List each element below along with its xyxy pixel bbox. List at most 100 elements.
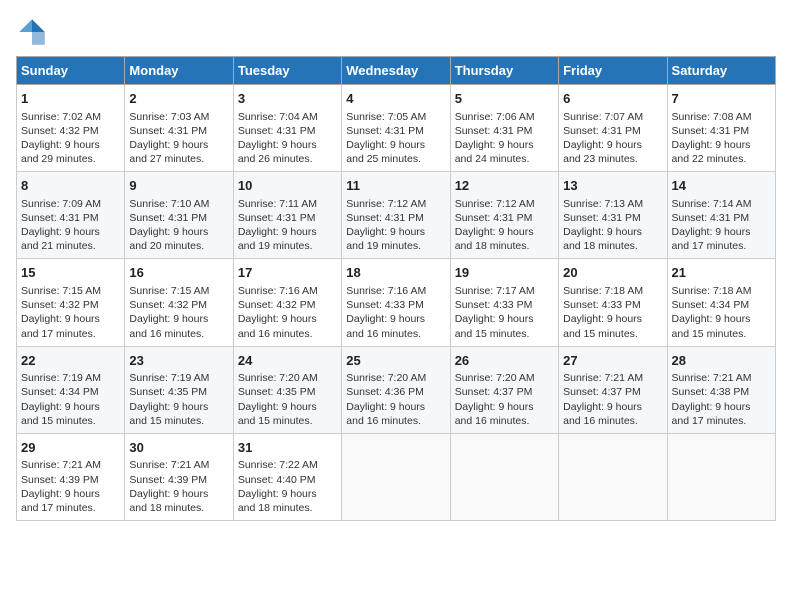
- calendar-cell: 25Sunrise: 7:20 AMSunset: 4:36 PMDayligh…: [342, 346, 450, 433]
- daylight-label: Daylight: 9 hours: [563, 401, 642, 413]
- calendar-cell: 30Sunrise: 7:21 AMSunset: 4:39 PMDayligh…: [125, 433, 233, 520]
- daylight-minutes: and 18 minutes.: [238, 502, 313, 514]
- daylight-label: Daylight: 9 hours: [672, 401, 751, 413]
- daylight-minutes: and 15 minutes.: [672, 328, 747, 340]
- daylight-label: Daylight: 9 hours: [238, 488, 317, 500]
- sunrise-label: Sunrise: 7:13 AM: [563, 198, 643, 210]
- sunset-label: Sunset: 4:34 PM: [672, 299, 750, 311]
- daylight-minutes: and 20 minutes.: [129, 240, 204, 252]
- sunset-label: Sunset: 4:31 PM: [21, 212, 99, 224]
- calendar-cell: 4 Sunrise: 7:05 AM Sunset: 4:31 PM Daylight…: [342, 85, 450, 172]
- sunset-label: Sunset: 4:31 PM: [346, 212, 424, 224]
- daylight-label: Daylight: 9 hours: [346, 139, 425, 151]
- day-number: 8: [21, 177, 120, 195]
- day-number: 12: [455, 177, 554, 195]
- daylight-label: Daylight: 9 hours: [672, 139, 751, 151]
- sunrise-label: Sunrise: 7:20 AM: [346, 372, 426, 384]
- daylight-minutes: and 17 minutes.: [21, 328, 96, 340]
- sunset-label: Sunset: 4:32 PM: [129, 299, 207, 311]
- daylight-minutes: and 16 minutes.: [346, 415, 421, 427]
- calendar-cell: 31Sunrise: 7:22 AMSunset: 4:40 PMDayligh…: [233, 433, 341, 520]
- daylight-minutes: and 27 minutes.: [129, 153, 204, 165]
- calendar-cell: 3Sunrise: 7:04 AMSunset: 4:31 PMDaylight…: [233, 85, 341, 172]
- sunrise-label: Sunrise: 7:06 AM: [455, 111, 535, 123]
- daylight-minutes: and 17 minutes.: [21, 502, 96, 514]
- sunrise-label: Sunrise: 7:15 AM: [21, 285, 101, 297]
- daylight-minutes: and 29 minutes.: [21, 153, 96, 165]
- calendar-cell: 21Sunrise: 7:18 AMSunset: 4:34 PMDayligh…: [667, 259, 775, 346]
- sunset-label: Sunset: 4:31 PM: [238, 125, 316, 137]
- sunset-label: Sunset: 4:32 PM: [21, 299, 99, 311]
- daylight-minutes: and 19 minutes.: [346, 240, 421, 252]
- sunset-label: Sunset: 4:35 PM: [129, 386, 207, 398]
- day-number: 31: [238, 439, 337, 457]
- day-number: 16: [129, 264, 228, 282]
- calendar-cell: 1Sunrise: 7:02 AMSunset: 4:32 PMDaylight…: [17, 85, 125, 172]
- daylight-label: Daylight: 9 hours: [238, 313, 317, 325]
- daylight-label: Daylight: 9 hours: [21, 226, 100, 238]
- daylight-minutes: and 15 minutes.: [238, 415, 313, 427]
- calendar-table: SundayMondayTuesdayWednesdayThursdayFrid…: [16, 56, 776, 521]
- sunrise-label: Sunrise: 7:08 AM: [672, 111, 752, 123]
- sunset-label: Sunset: 4:32 PM: [21, 125, 99, 137]
- calendar-cell: 8Sunrise: 7:09 AMSunset: 4:31 PMDaylight…: [17, 172, 125, 259]
- daylight-label: Daylight: 9 hours: [21, 313, 100, 325]
- sunset-label: Sunset: 4:31 PM: [455, 125, 533, 137]
- daylight-label: Daylight: 9 hours: [238, 139, 317, 151]
- calendar-cell: 27Sunrise: 7:21 AMSunset: 4:37 PMDayligh…: [559, 346, 667, 433]
- calendar-week-row: 1Sunrise: 7:02 AMSunset: 4:32 PMDaylight…: [17, 85, 776, 172]
- calendar-cell: [450, 433, 558, 520]
- day-number: 23: [129, 352, 228, 370]
- day-number: 20: [563, 264, 662, 282]
- sunset-label: Sunset: 4:31 PM: [563, 212, 641, 224]
- daylight-label: Daylight: 9 hours: [563, 226, 642, 238]
- day-number: 27: [563, 352, 662, 370]
- daylight-label: Daylight: 9 hours: [129, 139, 208, 151]
- day-number: 25: [346, 352, 445, 370]
- daylight-minutes: and 25 minutes.: [346, 153, 421, 165]
- sunset-label: Sunset: 4:39 PM: [21, 474, 99, 486]
- day-number: 4: [346, 90, 445, 108]
- sunrise-label: Sunrise: 7:15 AM: [129, 285, 209, 297]
- day-number: 22: [21, 352, 120, 370]
- sunrise-label: Sunrise: 7:21 AM: [672, 372, 752, 384]
- calendar-cell: 19Sunrise: 7:17 AMSunset: 4:33 PMDayligh…: [450, 259, 558, 346]
- day-number: 18: [346, 264, 445, 282]
- sunrise-label: Sunrise: 7:05 AM: [346, 111, 426, 123]
- sunrise-label: Sunrise: 7:04 AM: [238, 111, 318, 123]
- daylight-minutes: and 16 minutes.: [455, 415, 530, 427]
- sunset-label: Sunset: 4:40 PM: [238, 474, 316, 486]
- calendar-cell: 29Sunrise: 7:21 AMSunset: 4:39 PMDayligh…: [17, 433, 125, 520]
- daylight-label: Daylight: 9 hours: [21, 139, 100, 151]
- calendar-week-row: 29Sunrise: 7:21 AMSunset: 4:39 PMDayligh…: [17, 433, 776, 520]
- daylight-minutes: and 15 minutes.: [455, 328, 530, 340]
- daylight-minutes: and 18 minutes.: [455, 240, 530, 252]
- daylight-label: Daylight: 9 hours: [129, 488, 208, 500]
- day-number: 17: [238, 264, 337, 282]
- sunset-label: Sunset: 4:31 PM: [455, 212, 533, 224]
- calendar-cell: 12Sunrise: 7:12 AMSunset: 4:31 PMDayligh…: [450, 172, 558, 259]
- daylight-minutes: and 16 minutes.: [238, 328, 313, 340]
- calendar-cell: 23Sunrise: 7:19 AMSunset: 4:35 PMDayligh…: [125, 346, 233, 433]
- calendar-cell: 20Sunrise: 7:18 AMSunset: 4:33 PMDayligh…: [559, 259, 667, 346]
- daylight-label: Daylight: 9 hours: [129, 401, 208, 413]
- day-number: 21: [672, 264, 771, 282]
- day-number: 11: [346, 177, 445, 195]
- day-number: 7: [672, 90, 771, 108]
- day-number: 24: [238, 352, 337, 370]
- daylight-label: Daylight: 9 hours: [455, 139, 534, 151]
- daylight-minutes: and 17 minutes.: [672, 415, 747, 427]
- day-number: 5: [455, 90, 554, 108]
- sunset-label: Sunset: 4:31 PM: [346, 125, 424, 137]
- sunrise-label: Sunrise: 7:02 AM: [21, 111, 101, 123]
- calendar-cell: 22Sunrise: 7:19 AMSunset: 4:34 PMDayligh…: [17, 346, 125, 433]
- sunrise-label: Sunrise: 7:14 AM: [672, 198, 752, 210]
- day-header-thursday: Thursday: [450, 57, 558, 85]
- calendar-cell: 6Sunrise: 7:07 AMSunset: 4:31 PMDaylight…: [559, 85, 667, 172]
- daylight-minutes: and 21 minutes.: [21, 240, 96, 252]
- daylight-minutes: and 15 minutes.: [129, 415, 204, 427]
- daylight-minutes: and 16 minutes.: [129, 328, 204, 340]
- sunset-label: Sunset: 4:36 PM: [346, 386, 424, 398]
- daylight-minutes: and 15 minutes.: [21, 415, 96, 427]
- daylight-label: Daylight: 9 hours: [238, 401, 317, 413]
